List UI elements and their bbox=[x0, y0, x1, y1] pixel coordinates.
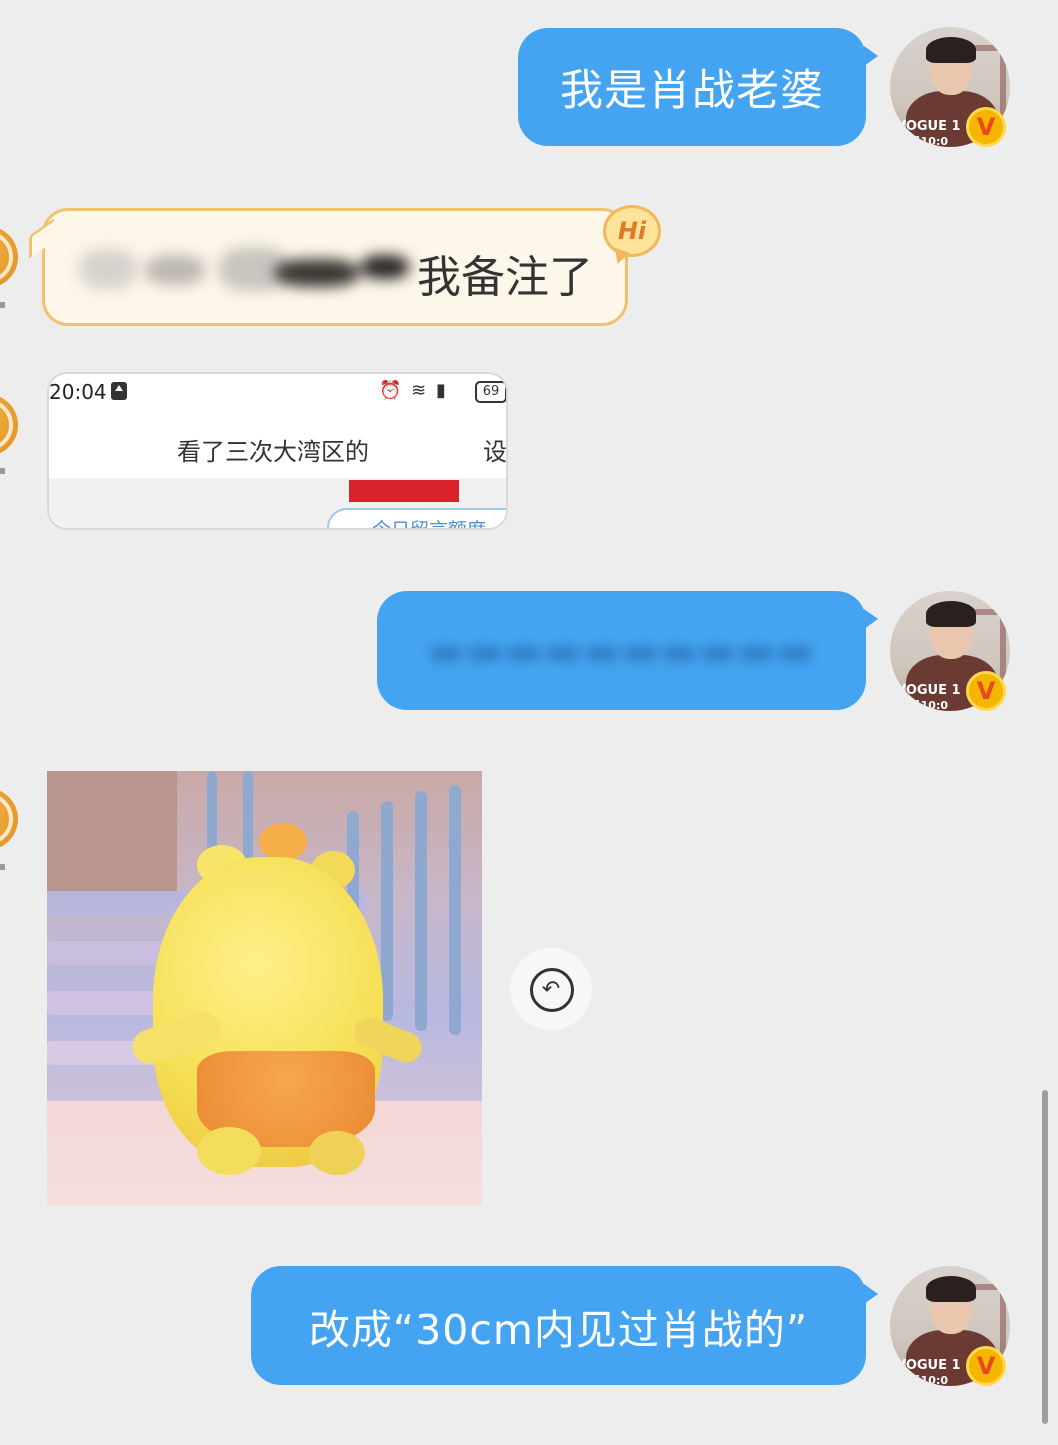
redacted-text: ▬▬▬▬▬▬▬▬▬▬ bbox=[427, 627, 816, 674]
red-highlight bbox=[349, 480, 459, 502]
avatar-watermark-date: 7月10:0 bbox=[902, 699, 949, 711]
screenshot-caption: 看了三次大湾区的 bbox=[177, 438, 369, 466]
message-bubble-left[interactable]: 我备注了 bbox=[29, 208, 628, 326]
avatar[interactable] bbox=[0, 226, 18, 288]
avatar-watermark: VOGUE 1 bbox=[896, 1358, 961, 1373]
battery-icon: 69 bbox=[475, 381, 506, 403]
screenshot-image-message[interactable]: 20:04 ⏰ ≋ ▮ 69 看了三次大湾区的 设 今日留言额度 bbox=[47, 372, 508, 530]
message-bubble-right[interactable]: ▬▬▬▬▬▬▬▬▬▬ bbox=[377, 591, 878, 710]
avatar-watermark-date: 7月10:0 bbox=[902, 1374, 949, 1386]
verified-v-icon: V bbox=[966, 671, 1006, 711]
message-bubble-right[interactable]: 改成“30cm内见过肖战的” bbox=[251, 1266, 878, 1385]
reply-button[interactable]: ↶ bbox=[510, 948, 592, 1030]
avatar-edge-mark bbox=[0, 864, 5, 870]
message-bubble-right[interactable]: 我是肖战老婆 bbox=[518, 28, 878, 146]
message-text: 改成“30cm内见过肖战的” bbox=[308, 1305, 809, 1354]
message-text: 我是肖战老婆 bbox=[560, 66, 824, 116]
bubble-tail bbox=[864, 609, 878, 629]
redacted-text bbox=[79, 241, 409, 295]
hi-bubble-icon: Hi bbox=[603, 205, 661, 267]
screenshot-pill: 今日留言额度 bbox=[327, 508, 506, 528]
avatar[interactable] bbox=[0, 394, 18, 456]
sticker-image[interactable] bbox=[47, 771, 482, 1205]
avatar-watermark-date: 7月10:0 bbox=[902, 135, 949, 147]
scrollbar[interactable] bbox=[1042, 1090, 1048, 1424]
upload-icon bbox=[111, 382, 127, 400]
verified-v-icon: V bbox=[966, 107, 1006, 147]
message-text: 我备注了 bbox=[417, 252, 593, 303]
avatar-edge-mark bbox=[0, 302, 5, 308]
screenshot-caption-clipped: 设 bbox=[483, 438, 507, 466]
avatar-watermark: VOGUE 1 bbox=[896, 119, 961, 134]
bubble-tail bbox=[864, 1284, 878, 1304]
status-time: 20:04 bbox=[49, 380, 107, 404]
avatar-edge-mark bbox=[0, 468, 5, 474]
bubble-tail bbox=[864, 46, 878, 66]
status-icons: ⏰ ≋ ▮ bbox=[379, 380, 448, 401]
avatar-watermark: VOGUE 1 bbox=[896, 683, 961, 698]
bubble-tail bbox=[29, 218, 54, 259]
avatar[interactable] bbox=[0, 788, 18, 850]
verified-v-icon: V bbox=[966, 1346, 1006, 1386]
